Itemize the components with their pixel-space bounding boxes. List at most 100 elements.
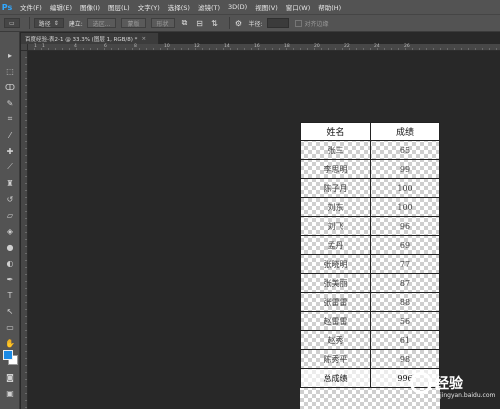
table-row: 张雷雷 88: [300, 292, 440, 312]
cell-name: 李思明: [300, 159, 371, 179]
cell-score: 88: [370, 292, 440, 312]
menu-filter[interactable]: 滤镜(T): [198, 2, 220, 12]
type-tool-icon[interactable]: T: [4, 290, 16, 300]
ruler-label: 16: [254, 44, 260, 49]
mode-select-value: 路径: [38, 20, 51, 28]
chevron-down-icon: ⇕: [53, 19, 59, 27]
header-name: 姓名: [300, 122, 371, 141]
dodge-tool-icon[interactable]: ◐: [4, 258, 16, 268]
clone-stamp-tool-icon[interactable]: ♜: [4, 178, 16, 188]
cell-name: 陈子月: [300, 178, 371, 198]
history-brush-tool-icon[interactable]: ↺: [4, 194, 16, 204]
horizontal-ruler[interactable]: 1 1 4 6 8 10 12 14 16 18 20 22 24 26: [28, 44, 500, 51]
make-selection-button[interactable]: 选区...: [86, 18, 117, 28]
menu-layer[interactable]: 图层(L): [108, 2, 130, 12]
ruler-label: 4: [74, 44, 77, 49]
crop-tool-icon[interactable]: ⌗: [4, 114, 16, 124]
watermark-url: jingyan.baidu.com: [440, 392, 496, 399]
vertical-ruler[interactable]: [21, 51, 28, 409]
menu-view[interactable]: 视图(V): [255, 2, 278, 12]
cell-score: 77: [370, 254, 440, 274]
eraser-tool-icon[interactable]: ▱: [4, 210, 16, 220]
table-row: 陈子月 100: [300, 178, 440, 198]
menu-file[interactable]: 文件(F): [20, 2, 42, 12]
document-tab[interactable]: 百度经验-表2-1 @ 33.3% (图层 1, RGB/8) * ×: [21, 33, 159, 44]
tool-preset-picker[interactable]: ▭: [4, 18, 20, 28]
cell-score: 100: [370, 178, 440, 198]
grades-table: 姓名 成绩 张三 65 李思明 99 陈子月 100 刘东 100 刘飞 96 …: [300, 122, 440, 388]
cell-score: 56: [370, 311, 440, 331]
brush-tool-icon[interactable]: ⟋: [4, 162, 16, 172]
table-row: 刘东 100: [300, 197, 440, 217]
blur-tool-icon[interactable]: ●: [4, 242, 16, 252]
table-row: 张美丽 87: [300, 273, 440, 293]
menu-select[interactable]: 选择(S): [168, 2, 190, 12]
healing-brush-tool-icon[interactable]: ✚: [4, 146, 16, 156]
tools-panel: ▸ ⬚ ↀ ✎ ⌗ ⁄ ✚ ⟋ ♜ ↺ ▱ ◈ ● ◐ ✒ T ↖ ▭ ✋ ◙ …: [0, 32, 20, 409]
ruler-label: 18: [284, 44, 290, 49]
photoshop-logo: Ps: [1, 2, 13, 12]
path-select-tool-icon[interactable]: ↖: [4, 306, 16, 316]
hand-tool-icon[interactable]: ✋: [4, 338, 16, 348]
pen-tool-icon[interactable]: ✒: [4, 274, 16, 284]
menu-bar: Ps 文件(F) 编辑(E) 图像(I) 图层(L) 文字(Y) 选择(S) 滤…: [0, 0, 500, 14]
table-row: 张三 65: [300, 140, 440, 160]
quick-select-tool-icon[interactable]: ✎: [4, 98, 16, 108]
gear-icon[interactable]: ⚙: [234, 18, 244, 28]
ruler-label: 14: [224, 44, 230, 49]
cell-name: 张雷雷: [300, 292, 371, 312]
cell-name: 张三: [300, 140, 371, 160]
ruler-label: 26: [404, 44, 410, 49]
menu-type[interactable]: 文字(Y): [138, 2, 160, 12]
options-bar: ▭ 路径 ⇕ 建立: 选区... 蒙版 形状 ⧉ ⊟ ⇅ ⚙ 半径: 对齐边缘: [0, 14, 500, 32]
align-edges-checkbox[interactable]: [294, 19, 302, 27]
cell-name: 张晓明: [300, 254, 371, 274]
make-mask-button[interactable]: 蒙版: [121, 18, 146, 28]
table-row: 李思明 99: [300, 159, 440, 179]
cell-name: 刘飞: [300, 216, 371, 236]
marquee-tool-icon[interactable]: ⬚: [4, 66, 16, 76]
total-label: 总成绩: [300, 368, 371, 388]
menu-window[interactable]: 窗口(W): [286, 2, 311, 12]
menu-edit[interactable]: 编辑(E): [50, 2, 72, 12]
cell-score: 96: [370, 216, 440, 236]
cell-score: 99: [370, 159, 440, 179]
ruler-label: 6: [104, 44, 107, 49]
pen-tool-icon: ▭: [9, 19, 15, 27]
ruler-origin[interactable]: [21, 44, 28, 51]
ruler-label: 1: [34, 44, 37, 49]
ruler-label: 12: [194, 44, 200, 49]
foreground-color-swatch[interactable]: [3, 350, 13, 360]
path-alignment-icon[interactable]: ⊟: [195, 18, 205, 28]
radius-input[interactable]: [266, 18, 289, 28]
cell-score: 69: [370, 235, 440, 255]
close-icon[interactable]: ×: [141, 36, 146, 42]
lasso-tool-icon[interactable]: ↀ: [4, 82, 16, 92]
menu-3d[interactable]: 3D(D): [228, 3, 247, 11]
move-tool-icon[interactable]: ▸: [4, 50, 16, 60]
table-row: 孟丹 69: [300, 235, 440, 255]
menu-image[interactable]: 图像(I): [80, 2, 100, 12]
align-edges-label: 对齐边缘: [304, 20, 329, 28]
menu-help[interactable]: 帮助(H): [318, 2, 341, 12]
mode-select[interactable]: 路径 ⇕: [33, 18, 64, 28]
paint-bucket-tool-icon[interactable]: ◈: [4, 226, 16, 236]
table-row: 刘飞 96: [300, 216, 440, 236]
cell-name: 陈秀平: [300, 349, 371, 369]
path-arrangement-icon[interactable]: ⇅: [210, 18, 220, 28]
header-score: 成绩: [370, 122, 440, 141]
quick-mask-icon[interactable]: ◙: [4, 372, 16, 382]
ruler-label: 20: [314, 44, 320, 49]
radius-label: 半径:: [248, 20, 263, 28]
cell-name: 张美丽: [300, 273, 371, 293]
table-row: 张晓明 77: [300, 254, 440, 274]
eyedropper-tool-icon[interactable]: ⁄: [4, 130, 16, 140]
screen-mode-icon[interactable]: ▣: [4, 388, 16, 398]
watermark-logo-icon: [410, 371, 432, 394]
cell-score: 100: [370, 197, 440, 217]
make-label: 建立:: [68, 20, 83, 28]
path-operations-icon[interactable]: ⧉: [180, 18, 190, 28]
make-shape-button[interactable]: 形状: [150, 18, 175, 28]
document-tab-title: 百度经验-表2-1 @ 33.3% (图层 1, RGB/8) *: [25, 36, 138, 43]
rectangle-tool-icon[interactable]: ▭: [4, 322, 16, 332]
